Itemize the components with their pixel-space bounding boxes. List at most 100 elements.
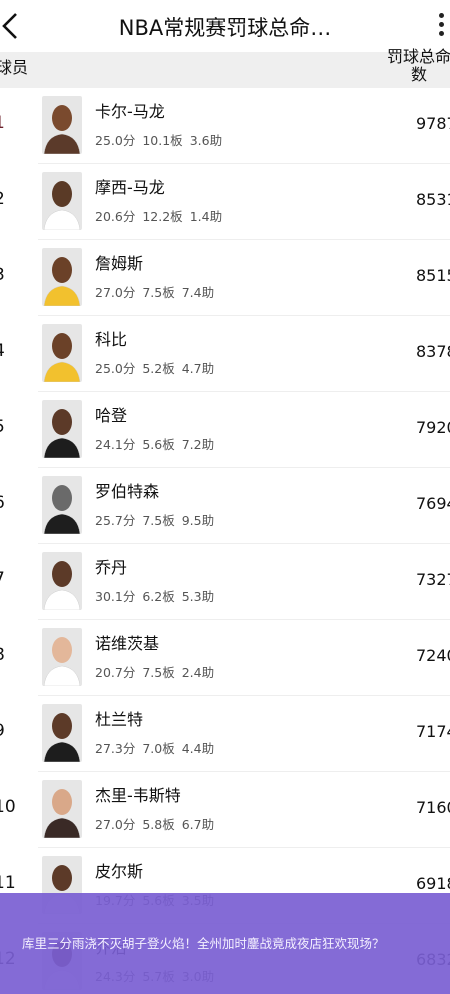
player-avatar [42,704,82,762]
player-photo-icon [42,780,82,838]
chevron-left-icon [2,13,17,39]
free-throw-total: 8378 [416,342,450,361]
free-throw-total: 8531 [416,190,450,209]
stat-rebounds: 12.2板 [142,209,183,224]
player-rank: 3 [0,265,14,285]
stat-assists: 5.3助 [181,589,215,604]
player-name: 卡尔-马龙 [95,102,165,121]
player-stats: 27.3分 7.0板 4.4助 [95,738,221,757]
player-stats: 25.7分 7.5板 9.5助 [95,510,221,529]
player-stats: 25.0分 10.1板 3.6助 [95,130,229,149]
top-bar: NBA常规赛罚球总命… [0,0,450,52]
player-row[interactable]: 4 科比 25.0分 5.2板 4.7助 8378 [0,316,450,392]
player-stats: 27.0分 7.5板 7.4助 [95,282,221,301]
free-throw-total: 8515 [416,266,450,285]
free-throw-total: 7920 [416,418,450,437]
player-row[interactable]: 8 诺维茨基 20.7分 7.5板 2.4助 7240 [0,620,450,696]
player-avatar [42,248,82,306]
stat-assists: 2.4助 [181,665,215,680]
player-photo-icon [42,704,82,762]
stat-rebounds: 10.1板 [142,133,183,148]
stat-assists: 9.5助 [181,513,215,528]
player-rank: 1 [0,113,14,133]
player-row[interactable]: 10 杰里-韦斯特 27.0分 5.8板 6.7助 7160 [0,772,450,848]
player-name: 哈登 [95,406,128,425]
news-banner-text: 库里三分雨浇不灭胡子登火焰！全州加时鏖战竟成夜店狂欢现场？ [22,936,385,951]
player-avatar [42,96,82,154]
player-row[interactable]: 1 卡尔-马龙 25.0分 10.1板 3.6助 9787 [0,88,450,164]
table-header: 球员 罚球总命数 [0,48,450,88]
free-throw-total: 7160 [416,798,450,817]
stat-rebounds: 6.2板 [142,589,175,604]
player-avatar [42,628,82,686]
stat-assists: 3.6助 [189,133,223,148]
rank-column-header: 球员 [0,58,29,77]
stat-assists: 4.4助 [181,741,215,756]
more-dot-icon [438,13,444,18]
more-dot-icon [438,31,444,36]
more-options-button[interactable] [432,10,450,42]
page-title: NBA常规赛罚球总命… [118,16,332,40]
player-photo-icon [42,552,82,610]
more-dot-icon [438,22,444,27]
player-name: 杜兰特 [95,710,144,729]
player-name: 罗伯特森 [95,482,160,501]
player-name: 杰里-韦斯特 [95,786,181,805]
player-avatar [42,172,82,230]
player-rank: 2 [0,189,14,209]
player-name: 乔丹 [95,558,128,577]
player-avatar [42,476,82,534]
stat-rebounds: 5.2板 [142,361,175,376]
player-avatar [42,324,82,382]
player-photo-icon [42,248,82,306]
player-rank: 8 [0,645,14,665]
player-name: 詹姆斯 [95,254,144,273]
free-throw-total: 7240 [416,646,450,665]
free-throw-total: 7174 [416,722,450,741]
free-throw-total: 7327 [416,570,450,589]
player-rank: 5 [0,417,14,437]
stat-rebounds: 5.8板 [142,817,175,832]
player-row[interactable]: 6 罗伯特森 25.7分 7.5板 9.5助 7694 [0,468,450,544]
player-photo-icon [42,172,82,230]
stat-points: 20.7分 [95,665,136,680]
player-row[interactable]: 2 摩西-马龙 20.6分 12.2板 1.4助 8531 [0,164,450,240]
stat-rebounds: 7.5板 [142,513,175,528]
player-row[interactable]: 9 杜兰特 27.3分 7.0板 4.4助 7174 [0,696,450,772]
player-name: 皮尔斯 [95,862,144,881]
player-stats: 20.7分 7.5板 2.4助 [95,662,221,681]
stat-assists: 7.4助 [181,285,215,300]
stat-assists: 7.2助 [181,437,215,452]
stat-points: 25.0分 [95,361,136,376]
player-rank: 4 [0,341,14,361]
stat-points: 30.1分 [95,589,136,604]
player-row[interactable]: 5 哈登 24.1分 5.6板 7.2助 7920 [0,392,450,468]
player-photo-icon [42,476,82,534]
player-stats: 25.0分 5.2板 4.7助 [95,358,221,377]
stat-rebounds: 5.6板 [142,437,175,452]
player-name: 摩西-马龙 [95,178,165,197]
player-rank: 7 [0,569,14,589]
back-button[interactable] [0,8,24,44]
stat-points: 24.1分 [95,437,136,452]
player-photo-icon [42,628,82,686]
player-photo-icon [42,400,82,458]
stat-rebounds: 7.0板 [142,741,175,756]
player-avatar [42,552,82,610]
news-banner[interactable]: 库里三分雨浇不灭胡子登火焰！全州加时鏖战竟成夜店狂欢现场？ [0,893,450,994]
player-rank: 9 [0,721,14,741]
player-avatar [42,780,82,838]
stat-points: 25.0分 [95,133,136,148]
stat-rebounds: 7.5板 [142,285,175,300]
player-stats: 24.1分 5.6板 7.2助 [95,434,221,453]
player-avatar [42,400,82,458]
free-throw-total: 7694 [416,494,450,513]
stat-rebounds: 7.5板 [142,665,175,680]
player-row[interactable]: 3 詹姆斯 27.0分 7.5板 7.4助 8515 [0,240,450,316]
player-name: 诺维茨基 [95,634,160,653]
player-stats: 27.0分 5.8板 6.7助 [95,814,221,833]
player-name: 科比 [95,330,128,349]
player-stats: 30.1分 6.2板 5.3助 [95,586,221,605]
player-row[interactable]: 7 乔丹 30.1分 6.2板 5.3助 7327 [0,544,450,620]
player-rank: 10 [0,797,16,817]
